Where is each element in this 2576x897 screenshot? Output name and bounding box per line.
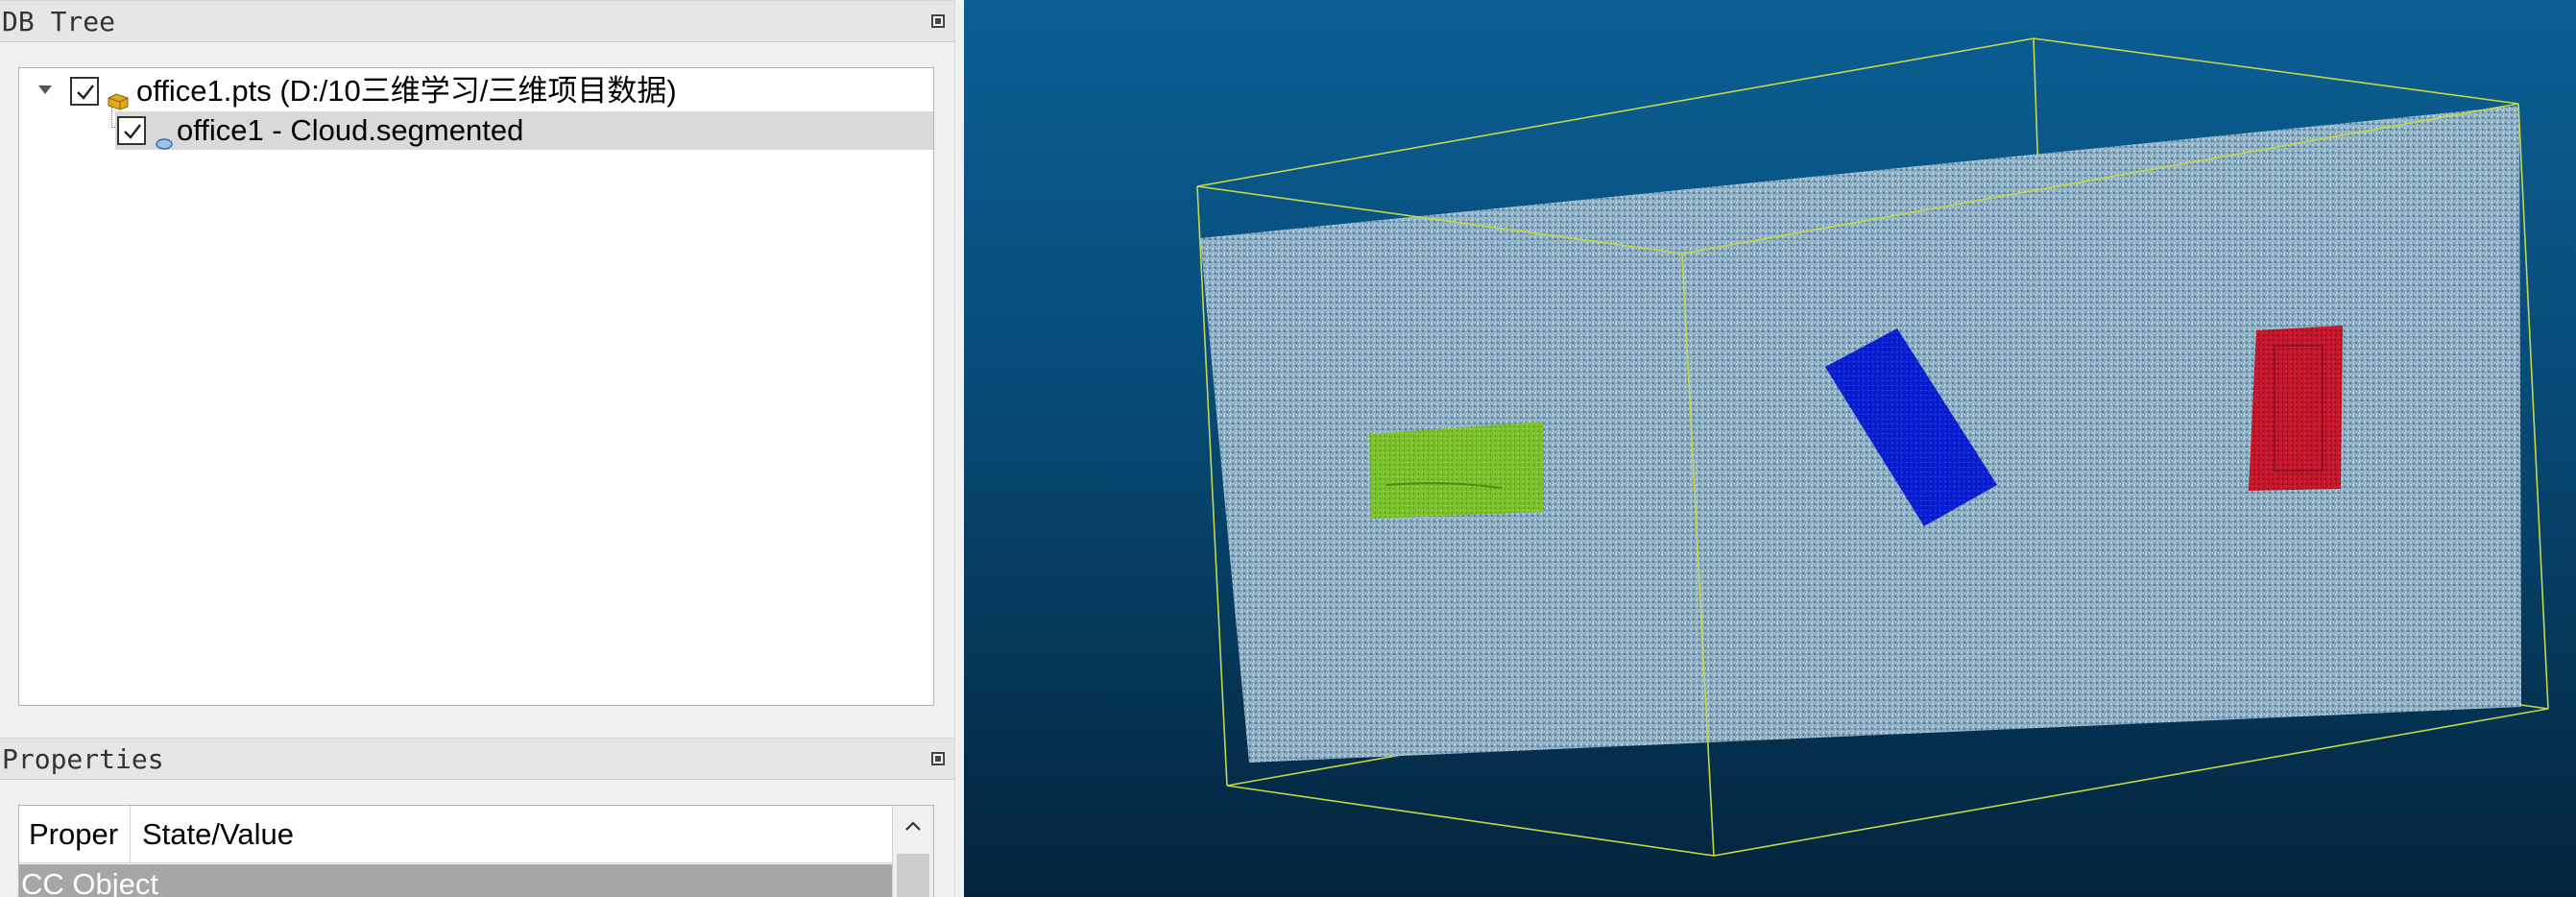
panel-splitter[interactable]: [954, 0, 964, 897]
db-tree-title-bar: DB Tree: [0, 0, 954, 42]
property-group-row[interactable]: CC Object: [19, 864, 893, 897]
expand-arrow-icon[interactable]: [38, 85, 52, 94]
scroll-up-button[interactable]: [893, 806, 933, 848]
tree-item-root[interactable]: office1.pts (D:/10三维学习/三维项目数据): [19, 72, 933, 110]
properties-title-bar: Properties: [0, 738, 954, 780]
point-cloud-icon: [155, 124, 174, 158]
vertical-scrollbar[interactable]: [892, 806, 933, 897]
scrollbar-thumb[interactable]: [897, 854, 929, 897]
db-tree-title: DB Tree: [2, 6, 116, 37]
scene-render: [1196, 37, 2549, 857]
visibility-checkbox[interactable]: [70, 77, 99, 106]
chevron-up-icon: [905, 821, 921, 831]
green-segment: [1369, 422, 1544, 519]
undock-icon[interactable]: [931, 14, 945, 28]
tree-item-cloud[interactable]: office1 - Cloud.segmented: [19, 111, 933, 150]
checkmark-icon: [124, 124, 141, 139]
properties-table[interactable]: Proper State/Value CC Object: [18, 805, 934, 897]
checkmark-icon: [77, 85, 94, 100]
tree-item-label: office1 - Cloud.segmented: [177, 113, 524, 147]
3d-viewport[interactable]: [964, 0, 2576, 897]
column-header-value[interactable]: State/Value: [131, 806, 515, 863]
undock-icon[interactable]: [931, 752, 945, 765]
properties-title: Properties: [2, 743, 164, 775]
tree-item-label: office1.pts (D:/10三维学习/三维项目数据): [136, 74, 677, 108]
column-header-property[interactable]: Proper: [19, 806, 131, 863]
db-tree-view[interactable]: office1.pts (D:/10三维学习/三维项目数据) office1 -…: [18, 67, 934, 706]
red-segment: [2249, 326, 2343, 491]
properties-header: Proper State/Value: [19, 806, 893, 863]
left-dock-panel: DB Tree office1.pts (D:/10三维学习/三维项目数据) o…: [0, 0, 964, 897]
visibility-checkbox[interactable]: [117, 116, 146, 145]
